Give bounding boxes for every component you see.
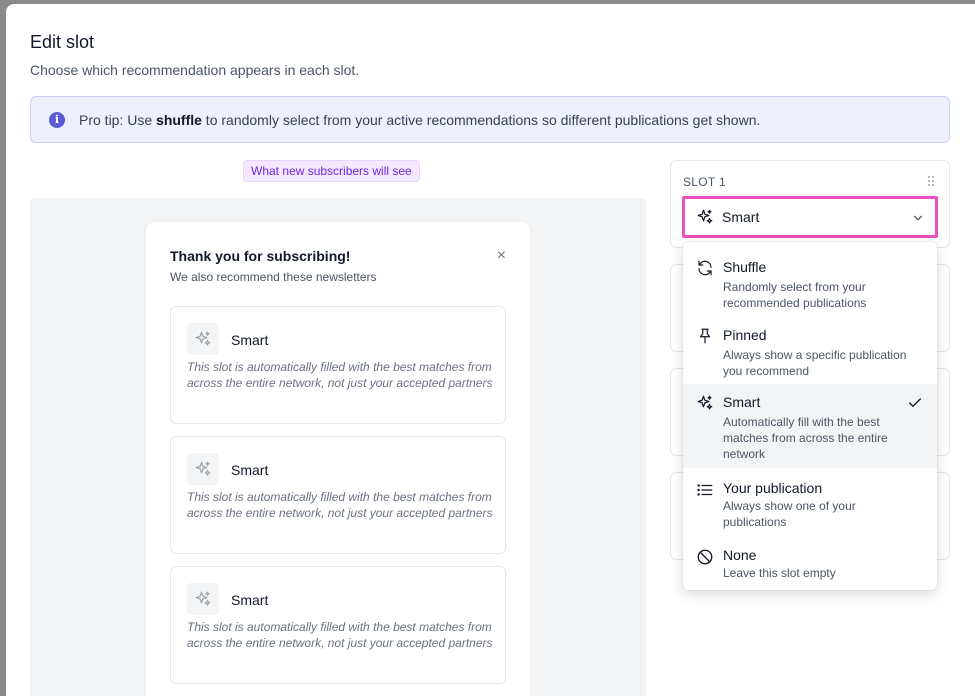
sparkles-icon <box>187 323 219 355</box>
close-icon[interactable]: × <box>497 248 506 264</box>
edit-slot-modal: Edit slot Choose which recommendation ap… <box>6 4 975 696</box>
recommendation-name: Smart <box>231 592 269 608</box>
refresh-icon <box>698 260 712 276</box>
preview-badge: What new subscribers will see <box>243 160 420 182</box>
recommendation-description: This slot is automatically filled with t… <box>187 360 493 390</box>
sparkles-icon <box>187 453 219 485</box>
menu-option-none[interactable]: None Leave this slot empty <box>683 546 937 586</box>
modal-title: Edit slot <box>30 32 95 52</box>
modal-subtitle: Choose which recommendation appears in e… <box>30 62 360 78</box>
menu-option-smart[interactable]: Smart Automatically fill with the best m… <box>683 384 937 468</box>
recommendation-name: Smart <box>231 462 269 478</box>
menu-option-description: Always show a specific publication you r… <box>723 348 907 378</box>
chevron-down-icon <box>913 215 923 221</box>
list-icon <box>697 484 713 496</box>
menu-option-description: Automatically fill with the best matches… <box>723 415 888 461</box>
recommendation-item: Smart This slot is automatically filled … <box>170 306 506 424</box>
recommendation-name: Smart <box>231 332 269 348</box>
preview-card-title: Thank you for subscribing! <box>170 248 351 264</box>
recommendation-item: Smart This slot is automatically filled … <box>170 566 506 684</box>
pin-icon <box>699 328 711 344</box>
info-icon: i <box>49 111 65 128</box>
slot-type-select[interactable]: Smart <box>682 196 938 238</box>
slot-type-menu: Shuffle Randomly select from your recomm… <box>683 242 937 590</box>
menu-option-shuffle[interactable]: Shuffle Randomly select from your recomm… <box>683 252 937 314</box>
pro-tip-banner: i Pro tip: Use shuffle to randomly selec… <box>30 96 950 143</box>
menu-option-description: Randomly select from your recommended pu… <box>723 280 867 310</box>
menu-option-description: Leave this slot empty <box>723 566 836 580</box>
menu-option-your-publication[interactable]: Your publication Always show one of your… <box>683 480 937 530</box>
menu-option-pinned[interactable]: Pinned Always show a specific publicatio… <box>683 320 937 382</box>
recommendation-description: This slot is automatically filled with t… <box>187 620 493 650</box>
sparkles-icon <box>696 208 714 226</box>
menu-option-description: Always show one of your publications <box>723 499 856 529</box>
pro-tip-text: Pro tip: Use shuffle to randomly select … <box>79 111 761 128</box>
recommendation-item: Smart This slot is automatically filled … <box>170 436 506 554</box>
preview-card: Thank you for subscribing! We also recom… <box>146 222 530 696</box>
menu-option-label: Your publication <box>723 480 823 496</box>
drag-handle-icon[interactable] <box>927 175 935 187</box>
ban-icon <box>697 549 713 565</box>
menu-option-label: Pinned <box>723 327 767 343</box>
slot-label: SLOT 1 <box>683 175 726 189</box>
menu-option-label: Shuffle <box>723 259 767 275</box>
recommendation-description: This slot is automatically filled with t… <box>187 490 493 520</box>
pro-tip-keyword: shuffle <box>156 111 202 128</box>
menu-option-label: Smart <box>723 394 761 410</box>
sparkles-icon <box>187 583 219 615</box>
check-icon <box>909 398 921 407</box>
menu-option-label: None <box>723 547 757 563</box>
preview-card-subtitle: We also recommend these newsletters <box>170 270 377 284</box>
slot-type-select-value: Smart <box>722 209 760 225</box>
sparkles-icon <box>697 395 713 410</box>
